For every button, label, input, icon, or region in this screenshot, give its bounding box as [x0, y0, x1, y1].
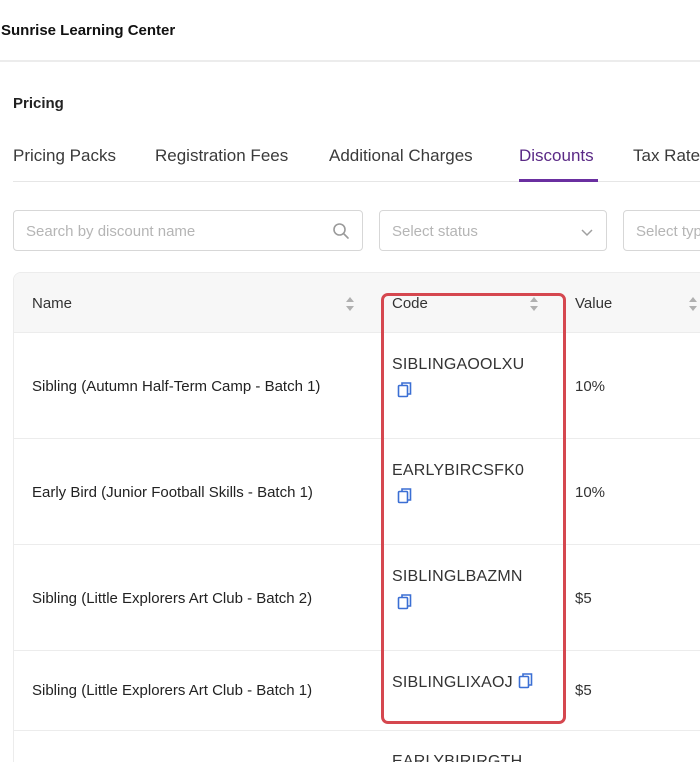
sort-icon[interactable]: [529, 295, 539, 313]
copy-icon[interactable]: [397, 593, 413, 611]
tab-tax-rate[interactable]: Tax Rate: [633, 146, 700, 166]
discount-name: Sibling (Little Explorers Art Club - Bat…: [32, 590, 313, 607]
discount-value: $5: [575, 682, 592, 699]
column-header-name[interactable]: Name: [32, 295, 72, 312]
discount-name: Sibling (Little Explorers Art Club - Bat…: [32, 682, 313, 699]
active-tab-indicator: [519, 179, 598, 182]
discount-code: SIBLINGLIXAOJ: [392, 674, 513, 691]
chevron-down-icon: [580, 225, 594, 243]
tab-bar: Pricing Packs Registration Fees Addition…: [13, 132, 700, 182]
copy-icon[interactable]: [397, 487, 413, 505]
discount-code: EARLYBIRCSFK0: [392, 462, 525, 479]
sort-icon[interactable]: [688, 295, 698, 313]
table-row: Sibling (Autumn Half-Term Camp - Batch 1…: [14, 333, 700, 439]
discount-name: Sibling (Autumn Half-Term Camp - Batch 1…: [32, 378, 321, 395]
table-row: Sibling (Little Explorers Art Club - Bat…: [14, 545, 700, 651]
table-row: Sibling (Little Explorers Art Club - Bat…: [14, 651, 700, 731]
status-placeholder: Select status: [392, 223, 478, 240]
tab-additional-charges[interactable]: Additional Charges: [329, 146, 473, 166]
copy-icon[interactable]: [518, 672, 534, 690]
tab-registration-fees[interactable]: Registration Fees: [155, 146, 288, 166]
discount-code: EARLYBIRIRGTH: [392, 753, 523, 762]
app-header: Sunrise Learning Center: [0, 0, 700, 62]
app-title: Sunrise Learning Center: [1, 22, 176, 39]
column-header-value[interactable]: Value: [575, 295, 612, 312]
tab-pricing-packs[interactable]: Pricing Packs: [13, 146, 116, 166]
discount-name: Early Bird (Junior Football Skills - Bat…: [32, 484, 313, 501]
table-header: Name Code Value: [14, 273, 700, 333]
table-row: EARLYBIRIRGTH: [14, 731, 700, 762]
search-placeholder: Search by discount name: [26, 223, 196, 240]
column-header-code[interactable]: Code: [392, 295, 428, 312]
discount-code: SIBLINGLBAZMN: [392, 568, 523, 585]
discount-value: $5: [575, 590, 592, 607]
discount-code: SIBLINGAOOLXU: [392, 356, 525, 373]
copy-icon[interactable]: [397, 381, 413, 399]
table-row: Early Bird (Junior Football Skills - Bat…: [14, 439, 700, 545]
discounts-table: Name Code Value Sibling (Autumn Half-Ter…: [13, 272, 700, 762]
search-input[interactable]: Search by discount name: [13, 210, 363, 251]
tab-discounts[interactable]: Discounts: [519, 146, 594, 166]
type-select[interactable]: Select typ: [623, 210, 700, 251]
discount-value: 10%: [575, 484, 606, 501]
search-icon[interactable]: [332, 222, 350, 245]
discount-value: 10%: [575, 378, 606, 395]
type-placeholder: Select typ: [636, 223, 700, 240]
sort-icon[interactable]: [345, 295, 355, 313]
status-select[interactable]: Select status: [379, 210, 607, 251]
page-title: Pricing: [13, 95, 64, 112]
